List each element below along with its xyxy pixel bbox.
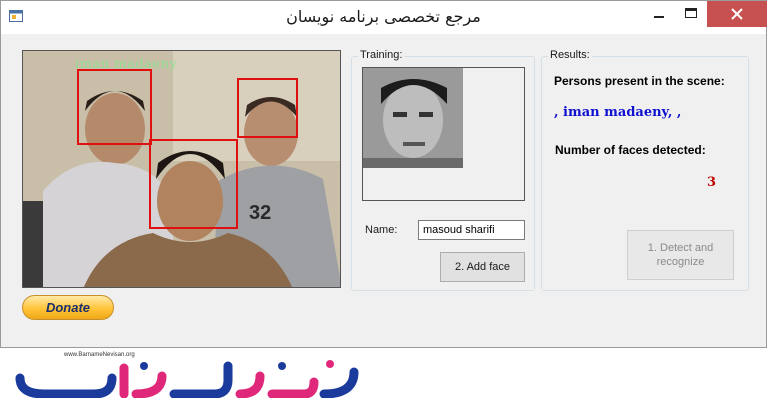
title-bar[interactable]: مرجع تخصصی برنامه نویسان <box>1 1 767 34</box>
detect-recognize-button[interactable]: 1. Detect and recognize <box>627 230 734 280</box>
persons-value: , iman madaeny, , <box>554 105 682 120</box>
camera-image: 32 iman madaeny <box>22 50 341 288</box>
training-face-image <box>362 67 525 201</box>
training-group-label: Training: <box>358 49 405 61</box>
training-group: Training: Name: masoud sharifi 2. Add fa… <box>351 49 535 291</box>
faces-heading: Number of faces detected: <box>555 143 706 157</box>
recognized-name-overlay: iman madaeny <box>75 57 178 72</box>
close-button[interactable] <box>707 1 767 27</box>
results-group-label: Results: <box>548 49 592 61</box>
minimize-button[interactable] <box>642 1 676 27</box>
add-face-button[interactable]: 2. Add face <box>440 252 525 282</box>
name-label: Name: <box>365 224 398 236</box>
app-window: مرجع تخصصی برنامه نویسان 32 iman madaeny… <box>0 0 767 348</box>
svg-text:32: 32 <box>249 202 271 224</box>
donate-button[interactable]: Donate <box>22 295 114 320</box>
close-icon <box>731 8 743 20</box>
maximize-button[interactable] <box>674 1 708 27</box>
name-input[interactable]: masoud sharifi <box>418 220 525 240</box>
site-logo: www.BarnameNevisan.org <box>14 352 364 398</box>
persons-heading: Persons present in the scene: <box>554 74 725 88</box>
results-group: Results: Persons present in the scene: ,… <box>541 49 749 291</box>
faces-count: 3 <box>707 175 717 190</box>
